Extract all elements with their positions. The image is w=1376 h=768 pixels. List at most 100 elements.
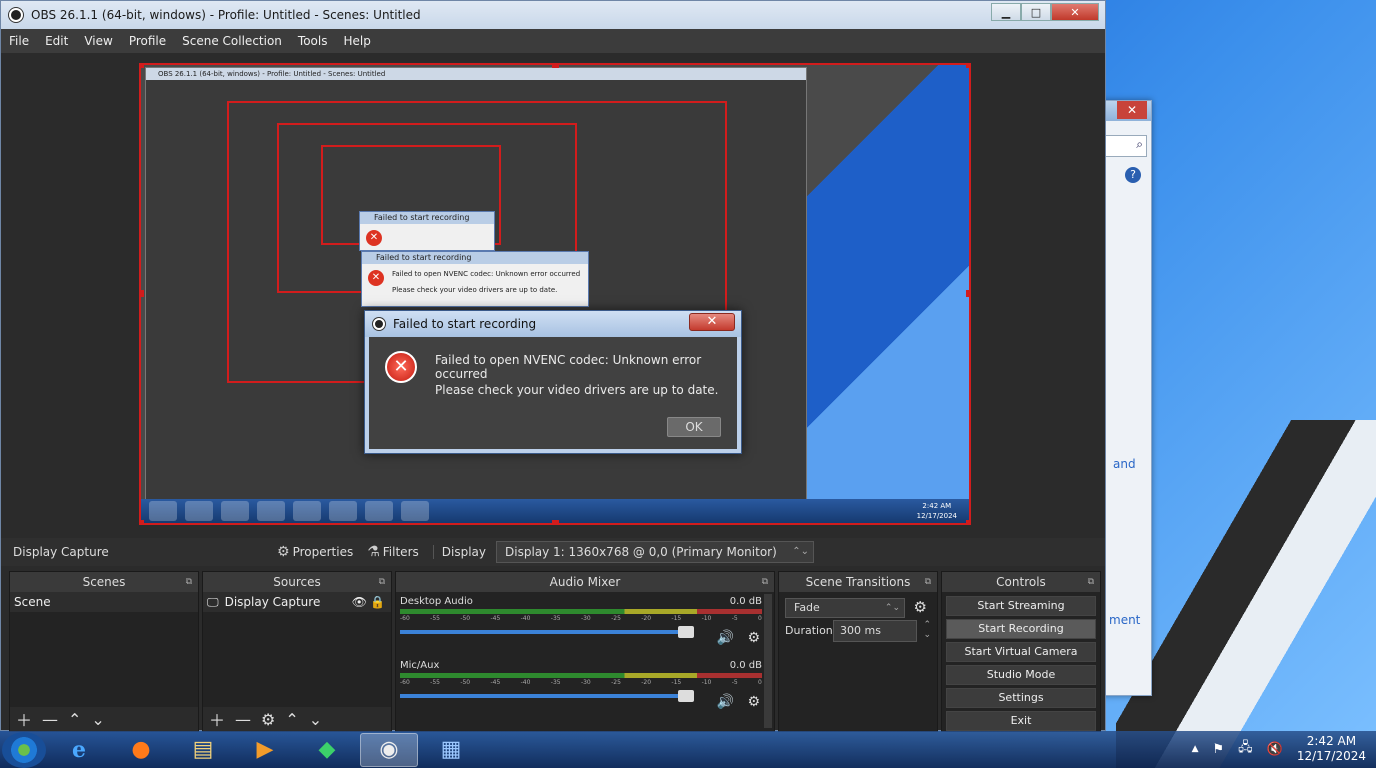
obs-logo-icon bbox=[9, 8, 23, 22]
filter-icon: ⚗ bbox=[367, 544, 380, 560]
close-button[interactable]: ✕ bbox=[1051, 3, 1099, 21]
resize-handle-t[interactable] bbox=[552, 65, 559, 68]
speaker-icon[interactable]: 🔊 bbox=[717, 630, 734, 646]
window-title: OBS 26.1.1 (64-bit, windows) - Profile: … bbox=[31, 8, 421, 22]
move-down-icon[interactable]: ⌄ bbox=[309, 710, 322, 729]
dialog-close-button[interactable]: ✕ bbox=[689, 313, 735, 331]
resize-handle-br[interactable] bbox=[966, 520, 969, 523]
studio-mode-button[interactable]: Studio Mode bbox=[946, 665, 1096, 685]
source-item[interactable]: 🖵 Display Capture 👁 🔒 bbox=[203, 592, 391, 612]
background-close-button[interactable]: ✕ bbox=[1117, 101, 1147, 119]
gear-icon[interactable]: ⚙ bbox=[261, 710, 275, 729]
start-virtual-camera-button[interactable]: Start Virtual Camera bbox=[946, 642, 1096, 662]
control-panel-icon[interactable]: ▦ bbox=[422, 733, 480, 767]
float-icon[interactable]: ⧉ bbox=[925, 572, 931, 592]
filters-button[interactable]: ⚗ Filters bbox=[367, 544, 419, 560]
clock-date: 12/17/2024 bbox=[1296, 749, 1366, 763]
volume-slider[interactable] bbox=[400, 626, 694, 638]
transition-select[interactable]: Fade ⌃⌄ bbox=[785, 598, 905, 618]
resize-handle-r[interactable] bbox=[966, 290, 969, 297]
menu-scene-collection[interactable]: Scene Collection bbox=[182, 34, 282, 48]
remove-icon[interactable]: — bbox=[42, 710, 58, 729]
menu-view[interactable]: View bbox=[84, 34, 112, 48]
move-up-icon[interactable]: ⌃ bbox=[285, 710, 298, 729]
duration-input[interactable]: 300 ms bbox=[833, 620, 917, 642]
menu-file[interactable]: File bbox=[9, 34, 29, 48]
display-select[interactable]: Display 1: 1360x768 @ 0,0 (Primary Monit… bbox=[496, 541, 814, 563]
mixer-header: Audio Mixer ⧉ bbox=[396, 572, 774, 592]
preview-area[interactable]: OBS 26.1.1 (64-bit, windows) - Profile: … bbox=[9, 55, 1099, 535]
green-app-icon[interactable]: ◆ bbox=[298, 733, 356, 767]
menu-help[interactable]: Help bbox=[343, 34, 370, 48]
flag-icon[interactable]: ⚑ bbox=[1212, 742, 1224, 757]
network-icon[interactable]: 🖧 bbox=[1238, 738, 1253, 760]
move-up-icon[interactable]: ⌃ bbox=[68, 710, 81, 729]
menu-profile[interactable]: Profile bbox=[129, 34, 166, 48]
background-link-ment[interactable]: ment bbox=[1109, 613, 1140, 627]
exit-button[interactable]: Exit bbox=[946, 711, 1096, 731]
display-capture-preview[interactable]: OBS 26.1.1 (64-bit, windows) - Profile: … bbox=[139, 63, 971, 525]
obs-taskbar-icon[interactable]: ◉ bbox=[360, 732, 418, 767]
help-icon[interactable]: ? bbox=[1125, 167, 1141, 183]
speaker-muted-icon[interactable]: 🔇 bbox=[1267, 742, 1283, 757]
stepper-icon[interactable]: ⌃ ⌄ bbox=[923, 620, 931, 640]
resize-handle-tl[interactable] bbox=[141, 65, 144, 68]
dialog-message-line2: Please check your video drivers are up t… bbox=[435, 383, 719, 397]
lock-icon[interactable]: 🔒 bbox=[370, 592, 385, 612]
gear-icon[interactable]: ⚙ bbox=[747, 630, 760, 646]
media-player-icon[interactable]: ▶ bbox=[236, 733, 294, 767]
resize-handle-tr[interactable] bbox=[966, 65, 969, 68]
gear-icon[interactable]: ⚙ bbox=[914, 598, 927, 616]
gear-icon[interactable]: ⚙ bbox=[747, 694, 760, 710]
start-recording-button[interactable]: Start Recording bbox=[946, 619, 1096, 639]
move-down-icon[interactable]: ⌄ bbox=[91, 710, 104, 729]
resize-handle-l[interactable] bbox=[141, 290, 144, 297]
float-icon[interactable]: ⧉ bbox=[762, 572, 768, 592]
maximize-button[interactable]: □ bbox=[1021, 3, 1051, 21]
show-hidden-icons-icon[interactable]: ▲ bbox=[1192, 744, 1199, 754]
nested-dialog-line2: Please check your video drivers are up t… bbox=[392, 286, 558, 294]
add-icon[interactable]: ＋ bbox=[16, 707, 32, 731]
mixer-channel-desktop: Desktop Audio 0.0 dB -60 -55 -50 -45 -40 -35 -3… bbox=[400, 596, 762, 646]
nested-error-dialog-small: Failed to start recording ✕ bbox=[359, 211, 495, 251]
scene-item[interactable]: Scene bbox=[10, 592, 198, 612]
sources-footer: ＋ — ⚙ ⌃ ⌄ bbox=[203, 707, 391, 731]
clock[interactable]: 2:42 AM 12/17/2024 bbox=[1297, 734, 1366, 764]
title-bar[interactable]: OBS 26.1.1 (64-bit, windows) - Profile: … bbox=[1, 1, 1105, 29]
float-icon[interactable]: ⧉ bbox=[379, 572, 385, 592]
eye-icon[interactable]: 👁 bbox=[352, 592, 367, 612]
start-streaming-button[interactable]: Start Streaming bbox=[946, 596, 1096, 616]
file-explorer-icon[interactable]: ▤ bbox=[174, 733, 232, 767]
minimize-button[interactable]: ▁ bbox=[991, 3, 1021, 21]
duration-label: Duration bbox=[785, 624, 833, 637]
dialog-title: Failed to start recording bbox=[393, 317, 537, 331]
float-icon[interactable]: ⧉ bbox=[186, 572, 192, 592]
properties-button[interactable]: ⚙ Properties bbox=[277, 544, 353, 560]
volume-knob[interactable] bbox=[678, 690, 694, 702]
volume-knob[interactable] bbox=[678, 626, 694, 638]
speaker-icon[interactable]: 🔊 bbox=[717, 694, 734, 710]
source-toolbar: Display Capture ⚙ Properties ⚗ Filters Dis… bbox=[1, 538, 1105, 566]
settings-button[interactable]: Settings bbox=[946, 688, 1096, 708]
internet-explorer-icon[interactable]: e bbox=[50, 733, 108, 767]
add-icon[interactable]: ＋ bbox=[209, 707, 225, 731]
resize-handle-b[interactable] bbox=[552, 520, 559, 523]
menu-edit[interactable]: Edit bbox=[45, 34, 68, 48]
float-icon[interactable]: ⧉ bbox=[1088, 572, 1094, 592]
remove-icon[interactable]: — bbox=[235, 710, 251, 729]
dialog-title-bar[interactable]: Failed to start recording ✕ bbox=[365, 311, 741, 337]
background-search-box[interactable]: ⌕ bbox=[1105, 135, 1147, 157]
volume-slider[interactable] bbox=[400, 690, 694, 702]
menu-bar: File Edit View Profile Scene Collection … bbox=[1, 29, 1105, 53]
start-button[interactable] bbox=[2, 731, 46, 768]
mixer-scrollbar[interactable] bbox=[764, 594, 772, 728]
nested-title: OBS 26.1.1 (64-bit, windows) - Profile: … bbox=[146, 68, 806, 80]
audio-mixer-dock: Audio Mixer ⧉ Desktop Audio 0.0 dB -60 -55-… bbox=[395, 571, 775, 732]
background-window[interactable]: ✕ ⌕ ? and ment bbox=[1100, 100, 1152, 696]
menu-tools[interactable]: Tools bbox=[298, 34, 328, 48]
background-link-and[interactable]: and bbox=[1113, 457, 1136, 471]
resize-handle-bl[interactable] bbox=[141, 520, 144, 523]
firefox-icon[interactable]: ● bbox=[112, 733, 170, 767]
meter-scale: -60 -55 -50 -45 -40 -35 -30 -25 -20 -15 -10 -5 0 bbox=[400, 679, 762, 686]
ok-button[interactable]: OK bbox=[667, 417, 721, 437]
